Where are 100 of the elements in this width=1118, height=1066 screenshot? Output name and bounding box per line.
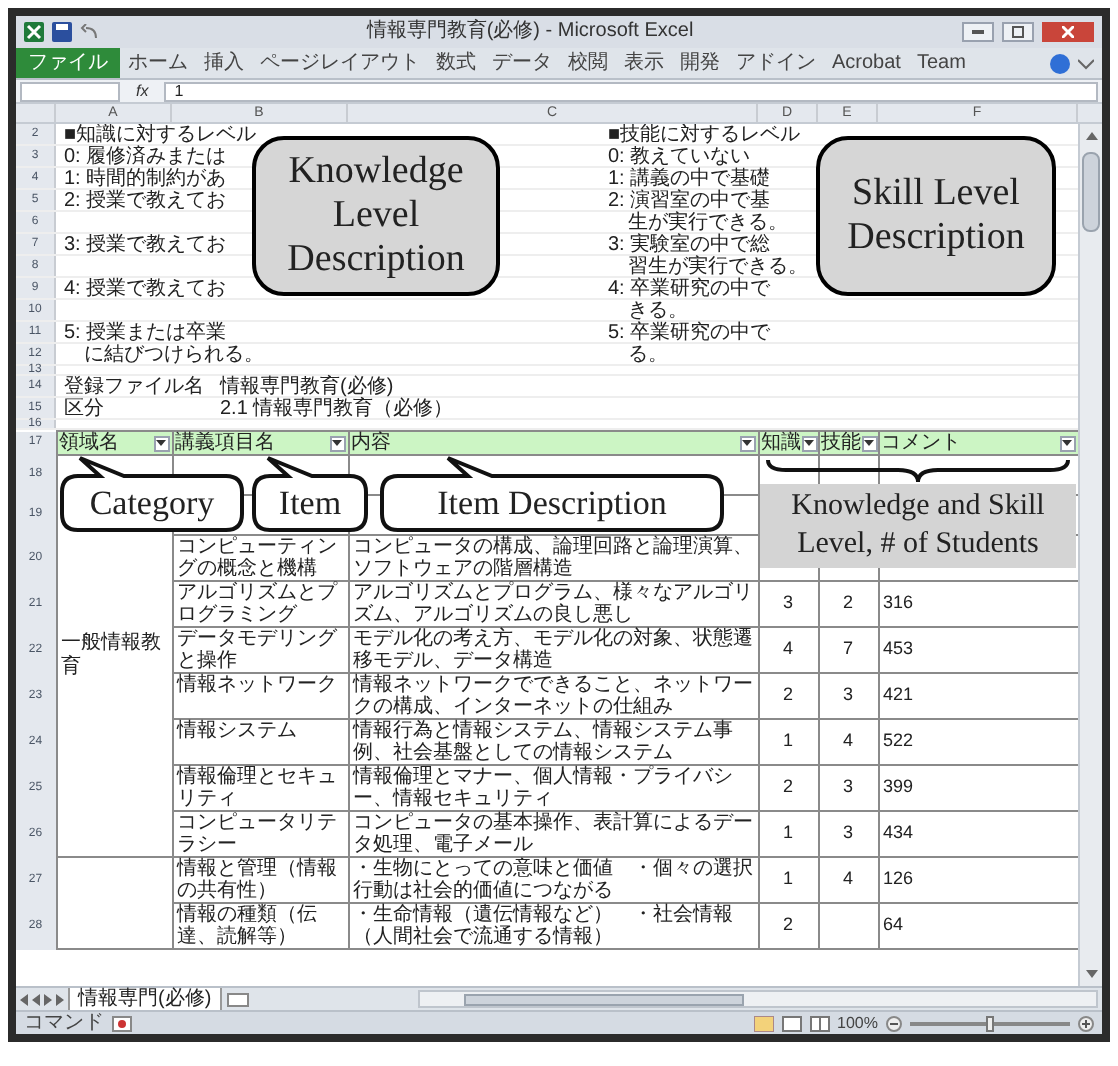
slider-thumb[interactable] [986, 1015, 994, 1031]
level-text: 3: 実験室の中で総 [608, 234, 771, 256]
skill-cell: 7 [818, 627, 878, 673]
column-title: 講義項目名 [175, 432, 275, 454]
macro-record-icon[interactable] [112, 1015, 132, 1031]
horizontal-scrollbar[interactable] [417, 990, 1098, 1008]
item-cell: アルゴリズムとプログラミング [172, 581, 348, 627]
new-sheet-icon[interactable] [225, 991, 250, 1007]
level-text: 5: 授業または卒業 [64, 322, 227, 344]
caret-icon [156, 440, 166, 446]
knowledge-cell: 2 [758, 765, 818, 811]
knowledge-cell: 3 [758, 581, 818, 627]
callout-box: Knowledge Level Description [252, 136, 500, 296]
filter-button[interactable] [739, 435, 755, 451]
item-cell: コンピューティングの概念と機構 [172, 535, 348, 581]
description-cell: コンピュータの構成、論理回路と論理演算、ソフトウェアの階層構造 [348, 535, 758, 581]
filter-button[interactable] [153, 435, 169, 451]
ribbon-tab[interactable]: 開発 [672, 47, 728, 79]
skill-cell: 3 [818, 673, 878, 719]
ribbon-tab[interactable]: データ [484, 47, 560, 79]
minimize-button[interactable] [962, 22, 994, 42]
page-layout-icon[interactable] [781, 1015, 802, 1031]
ribbon-tab[interactable]: ホーム [120, 47, 196, 79]
zoom-level[interactable]: 100% [837, 1011, 878, 1035]
description-cell: モデル化の考え方、モデル化の対象、状態遷移モデル、データ構造 [348, 627, 758, 673]
ribbon-tab[interactable]: 表示 [616, 47, 672, 79]
window-title: 情報専門教育(必修) - Microsoft Excel [364, 20, 696, 44]
function-label[interactable]: fx [128, 81, 157, 101]
scroll-thumb[interactable] [1082, 152, 1100, 232]
description-cell: 情報行為と情報システム、情報システム事例、社会基盤としての情報システム [348, 719, 758, 765]
info-value: 情報専門教育(必修) [220, 376, 394, 398]
ribbon-tab[interactable]: ページレイアウト [252, 47, 428, 79]
zoom-out-icon[interactable] [886, 1015, 902, 1031]
scroll-up-icon[interactable] [1083, 128, 1099, 144]
level-text: 3: 授業で教えてお [64, 234, 227, 256]
filter-button[interactable] [1059, 435, 1075, 451]
status-mode: コマンド [24, 1011, 104, 1035]
sheet-nav-icon[interactable] [20, 993, 64, 1005]
column-title: 領域名 [59, 432, 119, 454]
speech-bubble: Category [60, 456, 244, 532]
item-cell: 情報倫理とセキュリティ [172, 765, 348, 811]
brace-icon [766, 458, 1070, 484]
knowledge-cell: 1 [758, 857, 818, 903]
level-text: 1: 講義の中で基礎 [608, 168, 771, 190]
vertical-scrollbar[interactable] [1078, 124, 1102, 986]
description-cell: 情報ネットワークでできること、ネットワークの構成、インターネットの仕組み [348, 673, 758, 719]
level-text: 生が実行できる。 [626, 212, 788, 234]
ribbon-tab[interactable]: アドイン [728, 47, 824, 79]
ribbon-tab[interactable]: Team [908, 47, 974, 79]
excel-icon[interactable] [24, 22, 44, 42]
caret-icon [804, 440, 814, 446]
level-text: 2: 授業で教えてお [64, 190, 227, 212]
ribbon-tab[interactable]: 数式 [428, 47, 484, 79]
formula-field[interactable]: 1 [164, 81, 1098, 101]
level-text: きる。 [626, 300, 688, 322]
file-tab[interactable]: ファイル [16, 48, 120, 78]
item-cell: 情報と管理（情報の共有性） [172, 857, 348, 903]
filter-button[interactable] [861, 435, 877, 451]
scroll-thumb[interactable] [463, 993, 744, 1005]
caret-icon [332, 440, 342, 446]
sheet-tab[interactable]: 情報専門(必修) [68, 987, 222, 1011]
scroll-down-icon[interactable] [1083, 966, 1099, 982]
level-text: に結びつけられる。 [82, 344, 264, 366]
callout-box: Knowledge and Skill Level, # of Students [760, 484, 1076, 568]
info-label: 区分 [64, 398, 104, 420]
description-cell: 情報倫理とマナー、個人情報・プライバシー、情報セキュリティ [348, 765, 758, 811]
callout-box: Skill Level Description [816, 136, 1056, 296]
filter-button[interactable] [801, 435, 817, 451]
knowledge-cell: 2 [758, 673, 818, 719]
item-cell: コンピュータリテラシー [172, 811, 348, 857]
undo-icon[interactable] [80, 24, 98, 40]
caret-icon [742, 440, 752, 446]
column-title: 技能 [821, 432, 861, 454]
column-title: 内容 [351, 432, 391, 454]
item-cell: 情報の種類（伝達、読解等） [172, 903, 348, 949]
item-cell: 情報ネットワーク [172, 673, 348, 719]
maximize-button[interactable] [1002, 22, 1034, 42]
ribbon-tab[interactable]: Acrobat [824, 47, 909, 79]
skill-cell: 3 [818, 811, 878, 857]
level-text: 習生が実行できる。 [626, 256, 808, 278]
speech-bubble: Item Description [380, 456, 724, 532]
item-cell: データモデリングと操作 [172, 627, 348, 673]
description-cell: コンピュータの基本操作、表計算によるデータ処理、電子メール [348, 811, 758, 857]
maximize-icon [1012, 26, 1024, 38]
ribbon-minimize-icon[interactable] [1078, 57, 1094, 69]
description-cell: ・生物にとっての意味と価値 ・個々の選択行動は社会的価値につながる [348, 857, 758, 903]
ribbon-tab[interactable]: 挿入 [196, 47, 252, 79]
help-icon[interactable] [1050, 53, 1070, 73]
filter-button[interactable] [329, 435, 345, 451]
ribbon-tab[interactable]: 校閲 [560, 47, 616, 79]
knowledge-cell: 2 [758, 903, 818, 949]
speech-bubble: Item [252, 456, 368, 532]
level-text: 5: 卒業研究の中で [608, 322, 771, 344]
info-label: 登録ファイル名 [64, 376, 204, 398]
skill-cell: 4 [818, 719, 878, 765]
save-icon[interactable] [52, 22, 72, 42]
close-button[interactable] [1042, 22, 1094, 42]
knowledge-cell: 1 [758, 811, 818, 857]
page-break-icon[interactable] [809, 1015, 830, 1031]
zoom-in-icon[interactable] [1078, 1015, 1094, 1031]
